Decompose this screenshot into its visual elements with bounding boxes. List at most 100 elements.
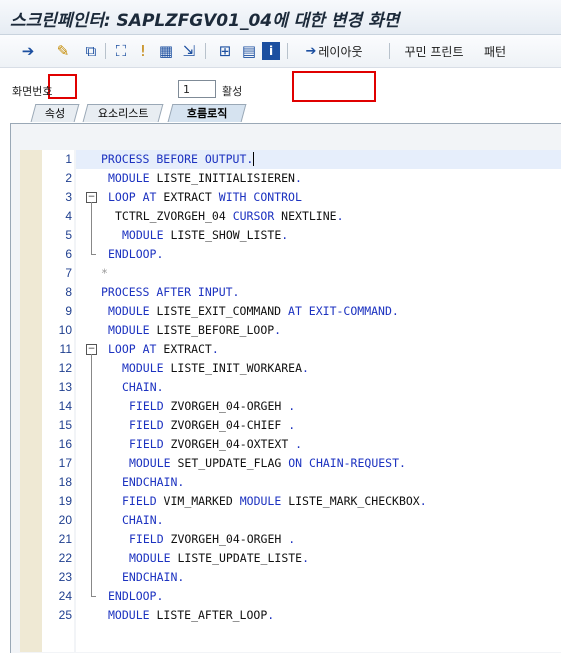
line-number: 25	[58, 608, 72, 622]
tab-attributes[interactable]: 속성	[30, 104, 80, 122]
code-token: .	[295, 437, 303, 451]
code-token: .	[336, 209, 344, 223]
tab-element-list-label: 요소리스트	[97, 107, 149, 120]
pretty-print-button[interactable]: 꾸민 프린트	[399, 40, 469, 62]
application-toolbar: ➔ ✎ ⧉ ⛶ ǃ ▦ ⇲ ⊞ ▤ i ➔ 레이아웃 꾸민 프린트 패턴	[0, 35, 561, 102]
code-text: LOOP AT EXTRACT.	[108, 340, 219, 359]
change-display-pencil-icon[interactable]: ✎	[52, 40, 74, 62]
layout-button[interactable]: ➔ 레이아웃	[298, 40, 370, 62]
code-token: NEXTLINE	[281, 209, 337, 223]
where-used-icon[interactable]: ǃ	[132, 40, 154, 62]
code-text: CHAIN.	[122, 378, 164, 397]
code-token: .	[302, 361, 309, 375]
toolbar-separator	[105, 43, 106, 59]
code-token: ZVORGEH_04-ORGEH	[170, 532, 289, 546]
code-token: MODULE	[129, 551, 178, 565]
code-token: ZVORGEH_04-CHIEF	[170, 418, 289, 432]
code-line: 10 MODULE LISTE_BEFORE_LOOP.	[0, 321, 561, 340]
code-text: ENDLOOP.	[108, 245, 163, 264]
code-token: LOOP AT	[108, 190, 164, 204]
line-number: 12	[58, 361, 72, 375]
code-text: MODULE LISTE_INIT_WORKAREA.	[122, 359, 309, 378]
code-token: ENDLOOP.	[108, 589, 164, 603]
code-token: LISTE_EXIT_COMMAND	[156, 304, 289, 318]
code-token: .	[281, 228, 289, 242]
hierarchy-icon[interactable]: ⛶	[110, 40, 132, 62]
code-line: 9 MODULE LISTE_EXIT_COMMAND AT EXIT-COMMA…	[0, 302, 561, 321]
navigation-icon[interactable]: ⇲	[178, 40, 200, 62]
line-number: 18	[58, 475, 72, 489]
code-token: .	[288, 399, 296, 413]
code-token: LISTE_BEFORE_LOOP	[156, 323, 275, 337]
line-number: 6	[65, 247, 72, 261]
code-token: .	[211, 342, 219, 356]
code-token: TCTRL_ZVORGEH_04	[115, 209, 233, 223]
code-token: MODULE	[239, 494, 289, 508]
info-icon[interactable]: i	[262, 42, 280, 60]
code-text: MODULE SET_UPDATE_FLAG ON CHAIN-REQUEST.	[129, 454, 406, 473]
code-line: 17 MODULE SET_UPDATE_FLAG ON CHAIN-REQUES…	[0, 454, 561, 473]
code-token: MODULE	[129, 456, 178, 470]
code-token: MODULE	[108, 171, 157, 185]
code-token: WITH CONTROL	[218, 190, 302, 204]
code-line: 21 FIELD ZVORGEH_04-ORGEH .	[0, 530, 561, 549]
code-text: CHAIN.	[122, 511, 164, 530]
text-cursor: ​	[253, 152, 255, 166]
code-token: EXTRACT	[163, 342, 212, 356]
line-number: 8	[65, 285, 72, 299]
code-token: CHAIN.	[122, 513, 164, 527]
code-line: 8 PROCESS AFTER INPUT.	[0, 283, 561, 302]
code-token: ENDCHAIN.	[122, 570, 185, 584]
code-line: 23 ENDCHAIN.	[0, 568, 561, 587]
other-object-icon[interactable]: ⧉	[80, 40, 102, 62]
structure-icon[interactable]: ⊞	[214, 40, 236, 62]
tab-flow-logic[interactable]: 흐름로직	[167, 104, 247, 122]
fold-guide	[91, 202, 92, 255]
code-line: 5 MODULE LISTE_SHOW_LISTE.	[0, 226, 561, 245]
display-object-list-icon[interactable]: ▦	[155, 40, 177, 62]
code-token: LISTE_SHOW_LISTE	[170, 228, 282, 242]
back-arrow-icon[interactable]: ➔	[17, 40, 39, 62]
line-number: 10	[58, 323, 72, 337]
code-line: 12 MODULE LISTE_INIT_WORKAREA.	[0, 359, 561, 378]
code-token: FIELD	[129, 399, 171, 413]
save-icon[interactable]: ▤	[238, 40, 260, 62]
line-number: 2	[65, 171, 72, 185]
code-text: MODULE LISTE_BEFORE_LOOP.	[108, 321, 281, 340]
code-token: MODULE	[108, 323, 157, 337]
code-token: CURSOR	[232, 209, 282, 223]
code-text: MODULE LISTE_AFTER_LOOP.	[108, 606, 274, 625]
code-token: .	[288, 532, 296, 546]
line-number: 21	[58, 532, 72, 546]
code-text: ENDLOOP.	[108, 587, 163, 606]
screen-status-row: 화면번호 1 활성	[0, 80, 561, 100]
code-token: .	[302, 551, 310, 565]
code-text: MODULE LISTE_INITIALISIEREN.	[108, 169, 302, 188]
code-token: FIELD	[129, 532, 171, 546]
code-token: *	[101, 266, 108, 280]
line-number: 16	[58, 437, 72, 451]
code-token: SET_UPDATE_FLAG	[177, 456, 289, 470]
code-line: 19 FIELD VIM_MARKED MODULE LISTE_MARK_CHE…	[0, 492, 561, 511]
toolbar-separator	[287, 43, 288, 59]
code-line: 4 TCTRL_ZVORGEH_04 CURSOR NEXTLINE.	[0, 207, 561, 226]
code-text: FIELD ZVORGEH_04-ORGEH .	[129, 397, 295, 416]
screen-number-field[interactable]: 1	[178, 80, 216, 98]
code-line: 15 FIELD ZVORGEH_04-CHIEF .	[0, 416, 561, 435]
code-text: MODULE LISTE_EXIT_COMMAND AT EXIT-COMMAN…	[108, 302, 399, 321]
code-line: 11− LOOP AT EXTRACT.	[0, 340, 561, 359]
tab-strip: 속성 요소리스트 흐름로직	[0, 103, 561, 123]
window-title: 스크린페인터: SAPLZFGV01_04에 대한 변경 화면	[10, 11, 400, 31]
code-token: MODULE	[108, 304, 157, 318]
code-token: .	[294, 171, 302, 185]
tab-element-list[interactable]: 요소리스트	[82, 104, 164, 122]
code-text: ENDCHAIN.	[122, 473, 184, 492]
code-token: MODULE	[108, 608, 157, 622]
pattern-button[interactable]: 패턴	[480, 40, 510, 62]
code-token: PROCESS BEFORE OUTPUT.	[101, 152, 254, 166]
code-line: 14 FIELD ZVORGEH_04-ORGEH .	[0, 397, 561, 416]
code-line: 22 MODULE LISTE_UPDATE_LISTE.	[0, 549, 561, 568]
code-text: PROCESS BEFORE OUTPUT.​	[101, 150, 255, 169]
line-number: 3	[65, 190, 72, 204]
code-token: LISTE_INITIALISIEREN	[156, 171, 295, 185]
